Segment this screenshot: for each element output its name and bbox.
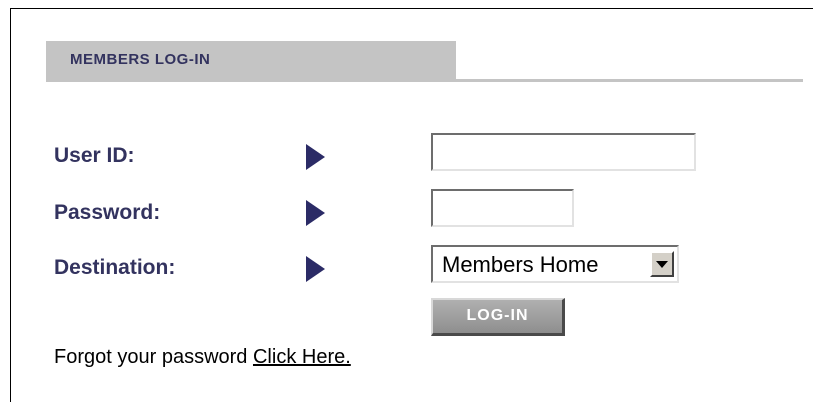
destination-selected-value: Members Home — [442, 252, 599, 277]
header-divider — [46, 79, 803, 82]
login-button-label: LOG-IN — [466, 307, 529, 324]
forgot-password-line: Forgot your password Click Here. — [54, 346, 351, 369]
right-triangle-arrow-icon — [306, 200, 325, 226]
forgot-password-text: Forgot your password — [54, 346, 248, 368]
chevron-down-icon — [656, 261, 668, 268]
click-here-link[interactable]: Click Here. — [253, 346, 351, 368]
password-input[interactable] — [431, 189, 574, 227]
login-button[interactable]: LOG-IN — [431, 298, 565, 336]
dropdown-button[interactable] — [650, 251, 674, 277]
section-title: MEMBERS LOG-IN — [70, 51, 211, 68]
password-label: Password: — [54, 201, 161, 224]
destination-label: Destination: — [54, 256, 176, 279]
user-id-input[interactable] — [431, 133, 696, 171]
destination-select[interactable]: Members Home — [431, 245, 679, 283]
right-triangle-arrow-icon — [306, 144, 325, 170]
right-triangle-arrow-icon — [306, 256, 325, 282]
user-id-label: User ID: — [54, 144, 135, 167]
